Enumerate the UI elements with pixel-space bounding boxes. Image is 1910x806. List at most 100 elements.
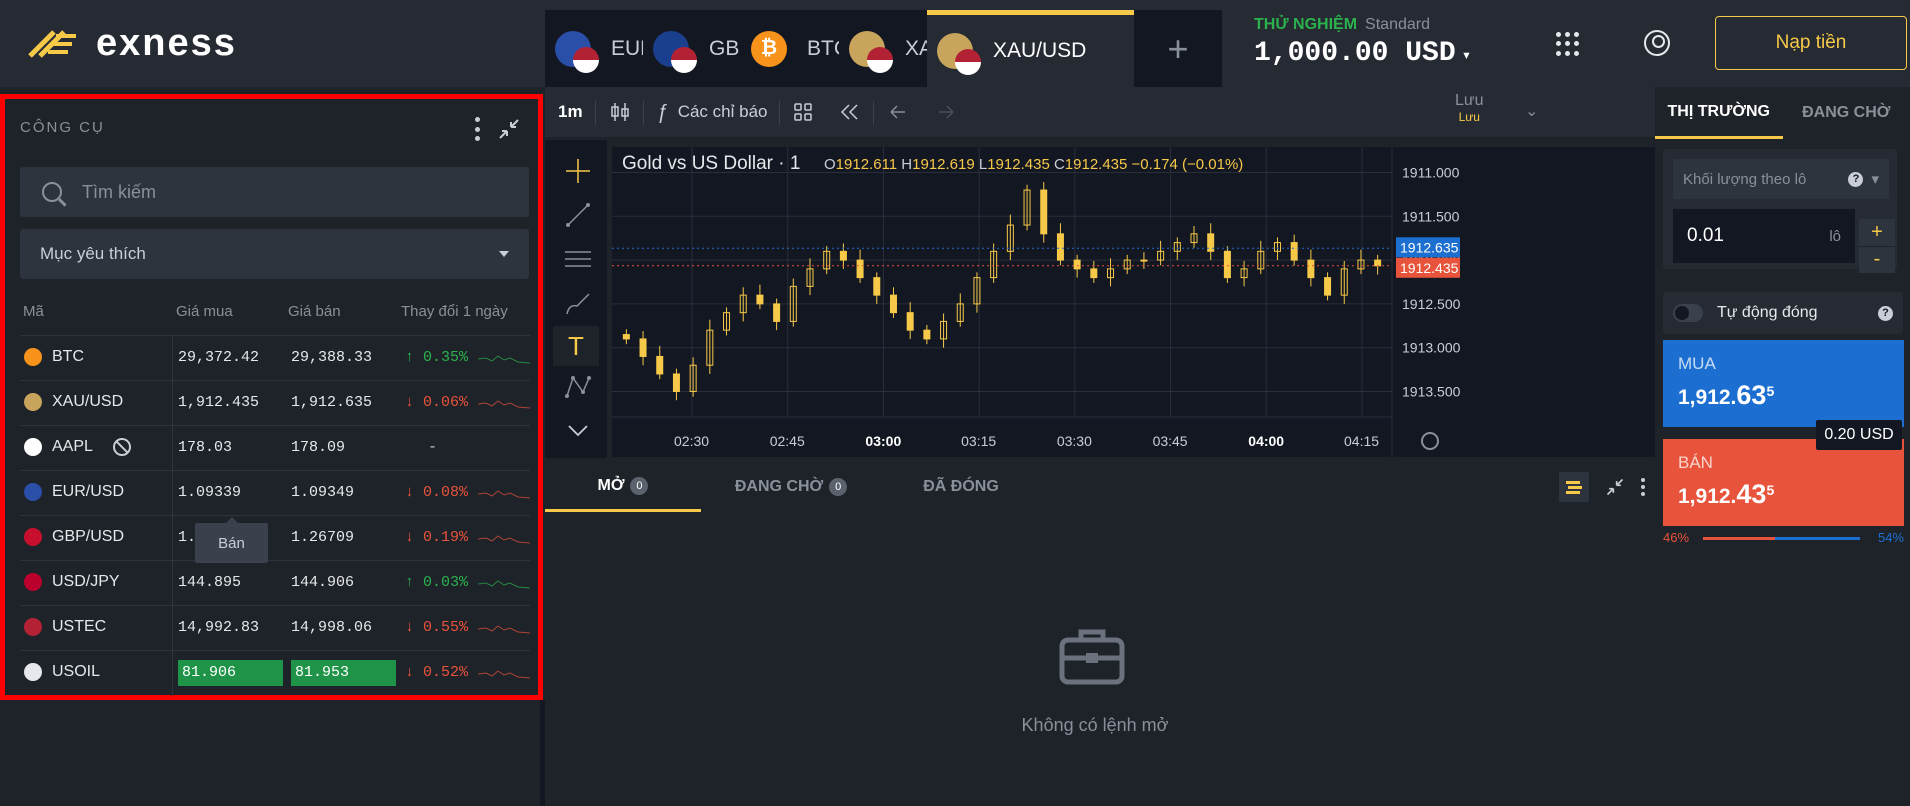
timeframe-button[interactable]: 1m [545, 87, 596, 137]
tab-open-orders[interactable]: MỞ 0 [545, 462, 701, 512]
candle-body [1073, 259, 1081, 270]
column-divider [172, 336, 173, 381]
sparkline-icon [478, 625, 530, 634]
candle-body [873, 277, 881, 296]
ask-price[interactable]: 1,912.635 [291, 394, 372, 411]
brush-icon[interactable] [563, 288, 593, 318]
layers-icon[interactable] [1559, 472, 1589, 502]
bid-price[interactable]: 1.09339 [178, 484, 241, 501]
search-box[interactable] [20, 167, 529, 217]
column-divider [172, 426, 173, 471]
tab-market[interactable]: THỊ TRƯỜNG [1655, 87, 1783, 139]
volume-input[interactable]: 0.01 lô [1673, 209, 1855, 263]
sell-tooltip: Bán [195, 517, 268, 563]
candle-body [622, 334, 630, 340]
tab-closed-orders[interactable]: ĐÃ ĐÓNG [881, 462, 1041, 512]
count-badge: 0 [630, 476, 649, 495]
chart-title: Gold vs US Dollar · 1 [622, 153, 800, 174]
column-divider [172, 606, 173, 651]
indicators-button[interactable]: ƒ Các chỉ báo [644, 87, 781, 137]
tab-xau[interactable]: XAU [839, 10, 927, 87]
redo-button[interactable] [922, 87, 970, 137]
save-sublabel: Lưu [1458, 110, 1480, 124]
deposit-button[interactable]: Nạp tiền [1715, 16, 1907, 70]
more-menu-icon[interactable] [475, 117, 481, 141]
save-button[interactable]: Lưu Lưu [1455, 93, 1484, 125]
candle-type-button[interactable] [596, 87, 644, 137]
bid-price[interactable]: 29,372.42 [178, 349, 259, 366]
decrease-button[interactable]: - [1859, 246, 1895, 273]
collapse-icon[interactable] [1605, 477, 1625, 497]
help-icon[interactable]: ? [1848, 171, 1864, 187]
ask-price[interactable]: 144.906 [291, 574, 354, 591]
apps-grid-icon[interactable] [1556, 32, 1580, 56]
exness-logo[interactable]: exness [26, 22, 237, 65]
tab-btc[interactable]: ₿ BTC [741, 10, 839, 87]
instrument-symbol: EUR/USD [52, 483, 125, 500]
undo-button[interactable] [874, 87, 922, 137]
sell-price-main: 1,912. [1678, 485, 1737, 508]
price-chart[interactable]: 1913.5001913.0001912.5001912.0001911.500… [612, 147, 1655, 457]
briefcase-icon [1059, 629, 1125, 685]
brand-name: exness [96, 22, 237, 64]
horizontal-lines-icon[interactable] [563, 244, 593, 274]
bid-price[interactable]: 14,992.83 [178, 619, 259, 636]
ask-price[interactable]: 178.09 [291, 439, 345, 456]
instrument-row[interactable]: USTEC 14,992.83 14,998.06 ↓ 0.55% [20, 605, 530, 651]
tab-eur[interactable]: EUR [545, 10, 643, 87]
chevron-down-icon: ▾ [1461, 47, 1472, 65]
collapse-icon[interactable] [497, 117, 521, 141]
chevron-down-icon[interactable] [563, 420, 593, 442]
replay-button[interactable] [826, 87, 875, 137]
account-selector[interactable]: THỬ NGHIỆM Standard 1,000.00 USD ▾ [1254, 16, 1471, 69]
instrument-row[interactable]: USOIL 81.906 81.953 ↓ 0.52% [20, 650, 530, 696]
sell-button[interactable]: BÁN 1,912.435 [1663, 439, 1904, 526]
text-tool-icon[interactable]: T [553, 326, 599, 366]
help-icon[interactable]: ? [1878, 305, 1893, 321]
time-tick-label: 03:45 [1153, 433, 1188, 449]
tab-gbp[interactable]: GBP [643, 10, 741, 87]
instrument-row[interactable]: AAPL 178.03 178.09 - [20, 425, 530, 471]
instrument-row[interactable]: BTC 29,372.42 29,388.33 ↑ 0.35% [20, 335, 530, 381]
bid-price[interactable]: 1,912.435 [178, 394, 259, 411]
bid-price[interactable]: 178.03 [178, 439, 232, 456]
candle-body [923, 329, 931, 340]
trend-line-icon[interactable] [563, 200, 593, 230]
volume-value: 0.01 [1687, 225, 1724, 246]
chevron-down-icon[interactable]: ⌄ [1525, 101, 1538, 121]
search-input[interactable] [82, 181, 482, 203]
ask-price[interactable]: 81.953 [291, 660, 396, 686]
ask-price[interactable]: 1.09349 [291, 484, 354, 501]
auto-close-toggle[interactable] [1673, 304, 1703, 322]
ask-price[interactable]: 29,388.33 [291, 349, 372, 366]
favorites-dropdown[interactable]: Mục yêu thích [20, 229, 529, 279]
increase-button[interactable]: + [1859, 219, 1895, 247]
eur-usd-icon [24, 483, 42, 501]
layout-button[interactable] [780, 87, 826, 137]
bid-price[interactable]: 81.906 [178, 660, 283, 686]
auto-close-row: Tự động đóng ? [1663, 292, 1903, 334]
gb-flag-icon [653, 30, 697, 73]
more-menu-icon[interactable] [1641, 478, 1645, 496]
bid-price-label: 1912.435 [1400, 260, 1459, 276]
buy-button[interactable]: MUA 1,912.635 [1663, 340, 1904, 427]
eu-flag-icon [555, 30, 599, 73]
volume-mode-dropdown[interactable]: Khối lượng theo lô ? ▾ [1673, 159, 1889, 199]
add-tab-button[interactable]: + [1134, 10, 1222, 87]
tab-pending-orders[interactable]: ĐANG CHỜ 0 [701, 462, 881, 512]
crosshair-icon[interactable] [563, 156, 593, 186]
tab-pending[interactable]: ĐANG CHỜ [1783, 87, 1910, 139]
instrument-row[interactable]: USD/JPY 144.895 144.906 ↑ 0.03% [20, 560, 530, 606]
tab-xau-usd[interactable]: XAU/USD [927, 10, 1134, 87]
ask-price[interactable]: 1.26709 [291, 529, 354, 546]
buy-price-main: 1,912. [1678, 386, 1737, 409]
tab-label: BTC [807, 36, 839, 60]
user-icon[interactable] [1644, 30, 1670, 56]
bid-price[interactable]: 144.895 [178, 574, 241, 591]
ask-price[interactable]: 14,998.06 [291, 619, 372, 636]
instrument-row[interactable]: EUR/USD 1.09339 1.09349 ↓ 0.08% [20, 470, 530, 516]
instrument-row[interactable]: GBP/USD1.266971.26709↓ 0.19% [20, 515, 530, 561]
pattern-icon[interactable] [563, 372, 593, 402]
instrument-row[interactable]: XAU/USD 1,912.435 1,912.635 ↓ 0.06% [20, 380, 530, 426]
buy-price-pips: 63 [1736, 380, 1767, 410]
